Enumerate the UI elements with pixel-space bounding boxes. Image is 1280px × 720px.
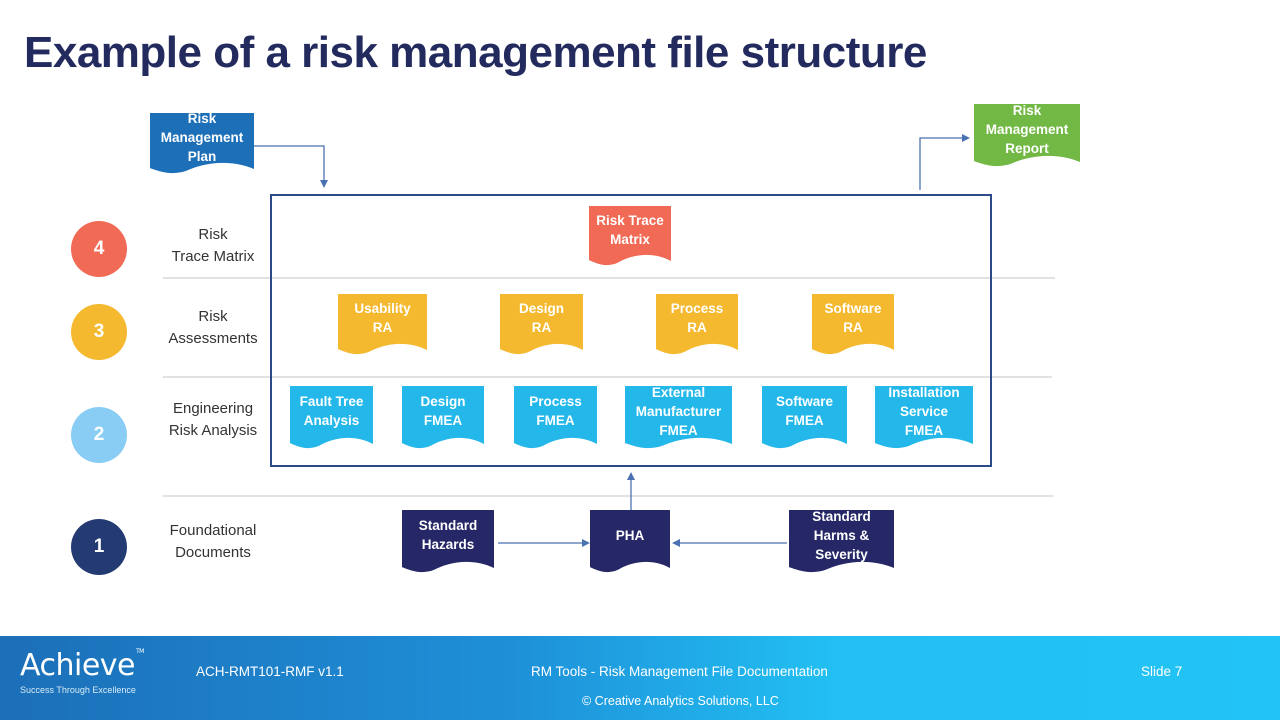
external-manufacturer-fmea-doc: External Manufacturer FMEA	[635, 384, 722, 438]
level-2-badge: 2	[71, 407, 127, 463]
level-2-label: Engineering Risk Analysis	[168, 400, 258, 439]
file-to-report-connector	[919, 134, 970, 190]
fault-tree-analysis-doc: Fault Tree Analysis	[299, 394, 364, 428]
usability-ra-doc: Usability RA	[354, 301, 411, 335]
standard-harms-severity-doc: Standard Harms & Severity	[812, 508, 871, 562]
design-fmea-doc: Design FMEA	[420, 394, 466, 428]
copyright: © Creative Analytics Solutions, LLC	[582, 694, 779, 708]
risk-management-plan-doc: Risk Management Plan	[160, 110, 244, 164]
standard-hazards-doc: Standard Hazards	[418, 518, 478, 552]
design-ra-doc: Design RA	[518, 301, 564, 335]
risk-management-report-doc: Risk Management Report	[985, 102, 1069, 156]
software-ra-doc: Software RA	[824, 301, 882, 335]
slide-footer: AchieveTM Success Through Excellence ACH…	[0, 636, 1280, 720]
level-4-badge: 4	[71, 221, 127, 277]
level-4-label: Risk Trace Matrix	[171, 226, 255, 265]
risk-trace-matrix-doc: Risk Trace Matrix	[596, 212, 664, 247]
course-title: RM Tools - Risk Management File Document…	[531, 664, 828, 679]
level-3-badge: 3	[71, 304, 127, 360]
slide-number: Slide 7	[1141, 664, 1183, 679]
achieve-logo: AchieveTM Success Through Excellence	[20, 648, 144, 695]
level-1-badge: 1	[71, 519, 127, 575]
logo-tagline: Success Through Excellence	[20, 685, 136, 695]
process-ra-doc: Process RA	[670, 301, 724, 335]
software-fmea-doc: Software FMEA	[775, 394, 833, 428]
level-3-label: Risk Assessments	[168, 308, 258, 347]
plan-to-file-connector	[254, 145, 328, 188]
installation-service-fmea-doc: Installation Service FMEA	[888, 384, 960, 438]
level-1-label: Foundational Documents	[169, 522, 257, 561]
process-fmea-doc: Process FMEA	[529, 394, 582, 428]
logo-brand: Achieve	[20, 648, 136, 683]
document-id: ACH-RMT101-RMF v1.1	[196, 664, 344, 679]
pha-doc: PHA	[615, 527, 645, 543]
